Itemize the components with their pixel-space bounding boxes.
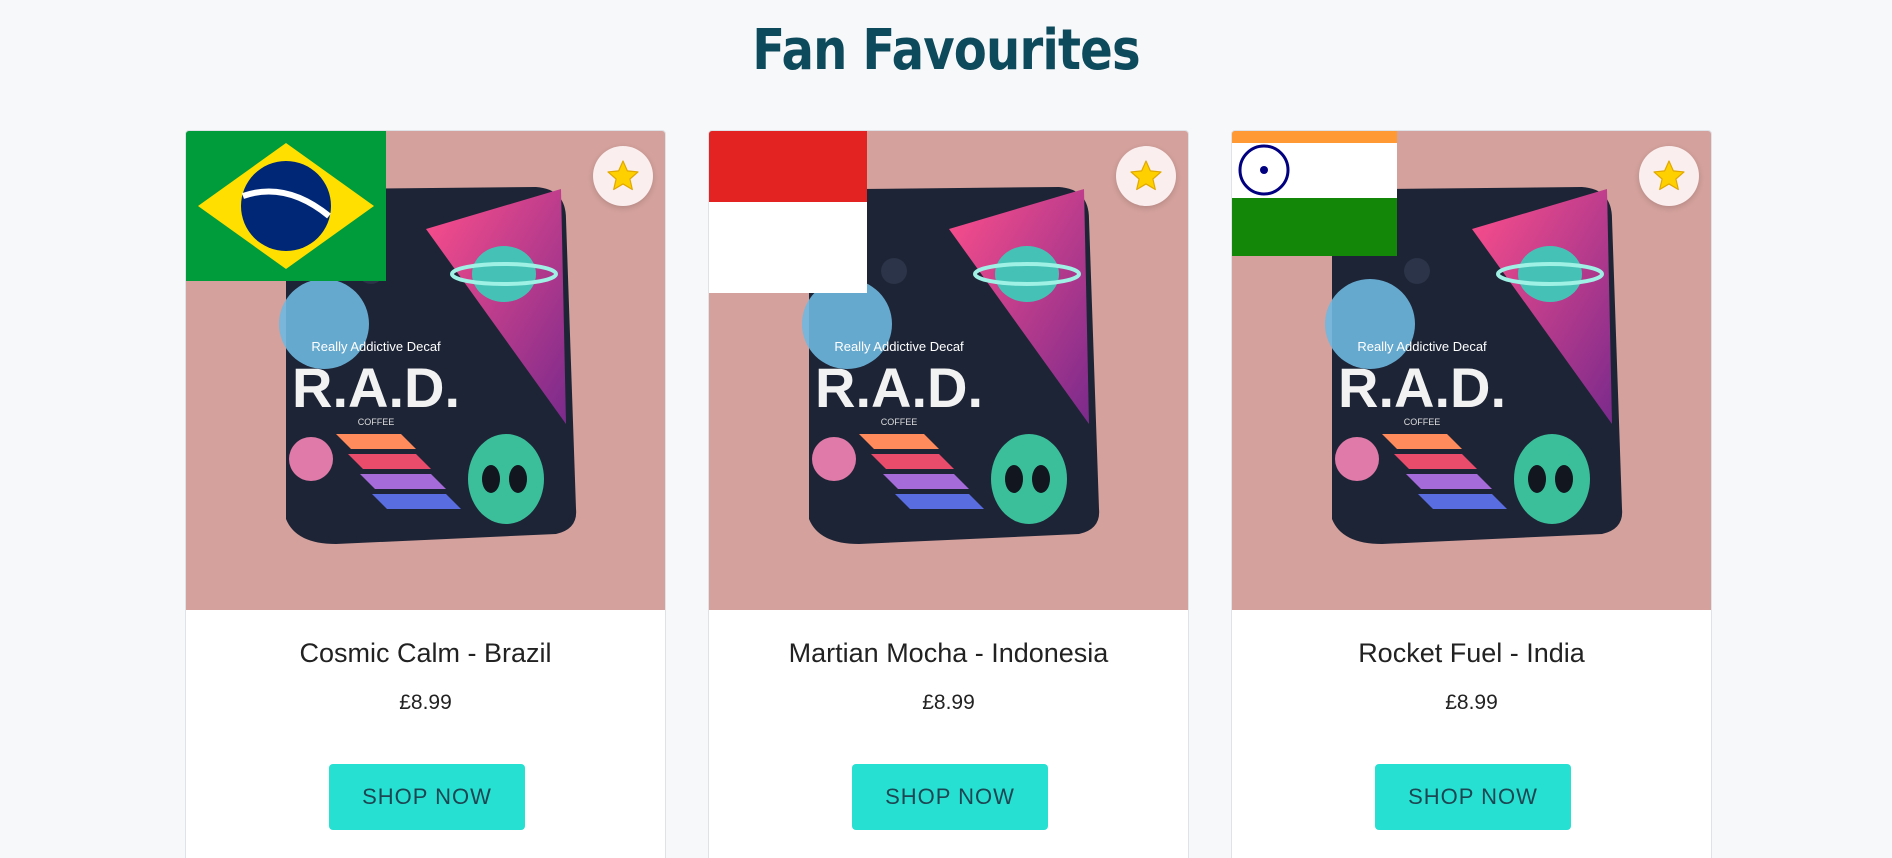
star-icon — [1130, 160, 1162, 191]
section-title: Fan Favourites — [752, 18, 1140, 83]
bag-brand: R.A.D. — [1338, 356, 1506, 419]
bag-brand: R.A.D. — [292, 356, 460, 419]
brazil-flag — [186, 131, 386, 281]
favourite-button[interactable] — [593, 146, 653, 206]
product-card: Really Addictive Decaf R.A.D. COFFEE Mar… — [708, 130, 1189, 858]
bag-sub: COFFEE — [1404, 417, 1441, 427]
product-image[interactable]: Really Addictive Decaf R.A.D. COFFEE — [1232, 131, 1711, 610]
star-icon — [607, 160, 639, 191]
bag-sub: COFFEE — [358, 417, 395, 427]
product-name[interactable]: Cosmic Calm - Brazil — [186, 638, 665, 669]
favourite-button[interactable] — [1116, 146, 1176, 206]
bag-tagline: Really Addictive Decaf — [1357, 339, 1487, 354]
product-grid: Really Addictive Decaf R.A.D. COFFEE Cos… — [185, 130, 1712, 858]
product-price: £8.99 — [922, 691, 975, 714]
product-price: £8.99 — [399, 691, 452, 714]
product-price: £8.99 — [1445, 691, 1498, 714]
shop-now-button[interactable]: SHOP NOW — [1375, 764, 1571, 830]
product-name[interactable]: Martian Mocha - Indonesia — [709, 638, 1188, 669]
favourite-button[interactable] — [1639, 146, 1699, 206]
product-card: Really Addictive Decaf R.A.D. COFFEE Cos… — [185, 130, 666, 858]
indonesia-flag — [709, 131, 867, 293]
bag-tagline: Really Addictive Decaf — [311, 339, 441, 354]
bag-brand: R.A.D. — [815, 356, 983, 419]
bag-sub: COFFEE — [881, 417, 918, 427]
india-flag — [1232, 131, 1397, 256]
shop-now-button[interactable]: SHOP NOW — [329, 764, 525, 830]
product-card: Really Addictive Decaf R.A.D. COFFEE Roc… — [1231, 130, 1712, 858]
shop-now-button[interactable]: SHOP NOW — [852, 764, 1048, 830]
product-image[interactable]: Really Addictive Decaf R.A.D. COFFEE — [709, 131, 1188, 610]
star-icon — [1653, 160, 1685, 191]
product-image[interactable]: Really Addictive Decaf R.A.D. COFFEE — [186, 131, 665, 610]
bag-tagline: Really Addictive Decaf — [834, 339, 964, 354]
product-name[interactable]: Rocket Fuel - India — [1232, 638, 1711, 669]
